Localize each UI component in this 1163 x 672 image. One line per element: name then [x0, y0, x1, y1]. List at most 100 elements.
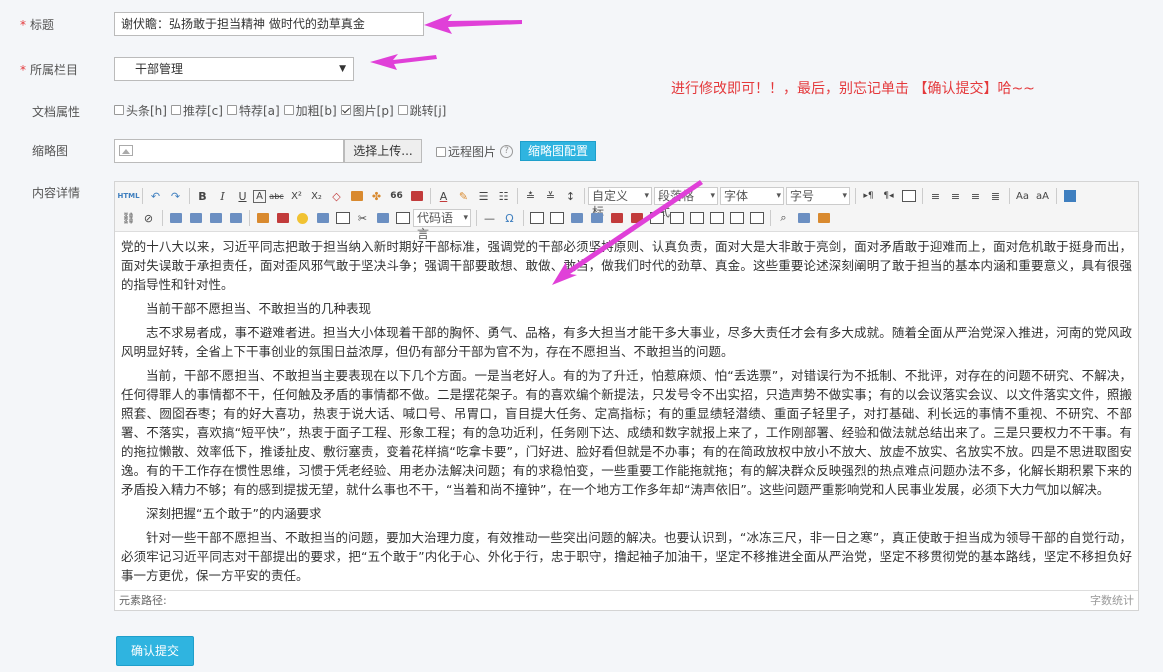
delete-table-icon[interactable] — [547, 209, 566, 227]
attr-checkbox-jump[interactable]: 跳转[j] — [397, 102, 446, 119]
attr-checkbox-bold[interactable]: 加粗[b] — [283, 102, 337, 119]
emotion-icon[interactable] — [293, 209, 312, 227]
wordimage-icon[interactable] — [373, 209, 392, 227]
ordered-list-icon[interactable]: ☰ — [474, 187, 493, 205]
map-icon[interactable] — [313, 209, 332, 227]
merge-down-icon[interactable] — [687, 209, 706, 227]
image-right-icon[interactable] — [206, 209, 225, 227]
search-replace-icon[interactable]: ⌕ — [774, 209, 793, 227]
paragraph: 针对一些干部不愿担当、不敢担当的问题，要加大治理力度，有效推动一些突出问题的解决… — [121, 530, 1132, 583]
preview-icon[interactable] — [814, 209, 833, 227]
column-select-value: 干部管理 — [135, 62, 184, 76]
instruction-note: 进行修改即可！！，最后，别忘记单击 【确认提交】哈~~ — [671, 81, 1035, 97]
underline-button[interactable]: U — [233, 187, 252, 205]
code-language-dropdown[interactable]: 代码语言 — [413, 209, 471, 241]
insert-table-icon[interactable] — [527, 209, 546, 227]
image-center-icon[interactable] — [226, 209, 245, 227]
arrow-to-title — [424, 14, 522, 34]
help-icon[interactable]: ? — [500, 145, 513, 158]
merge-right-icon[interactable] — [667, 209, 686, 227]
justify-left-icon[interactable]: ≡ — [926, 187, 945, 205]
remote-image-checkbox[interactable]: 远程图片 — [436, 143, 496, 160]
justify-center-icon[interactable]: ≡ — [946, 187, 965, 205]
insert-code-icon[interactable] — [393, 209, 412, 227]
pasteplain-icon[interactable] — [407, 187, 426, 205]
backcolor-icon[interactable]: ✎ — [454, 187, 473, 205]
font-size-dropdown[interactable]: 字号 — [786, 187, 850, 205]
image-left-icon[interactable] — [186, 209, 205, 227]
eraser-icon[interactable]: ◇ — [327, 187, 346, 205]
bold-button[interactable]: B — [193, 187, 212, 205]
attribute-checkbox-group: 头条[h] 推荐[c] 特荐[a] 加粗[b] 图片[p] 跳转[j] — [114, 101, 450, 119]
custom-title-dropdown[interactable]: 自定义标 — [588, 187, 652, 219]
checkbox[interactable] — [226, 105, 237, 115]
undo-icon[interactable]: ↶ — [146, 187, 165, 205]
paragraph: 党的十八大以来，习近平同志把敢于担当纳入新时期好干部标准，强调党的干部必须坚持原… — [121, 239, 1132, 292]
toolbar-row-1: HTML ↶ ↷ B I U A abc X² X₂ ◇ ✤ 66 A ✎ ☰ … — [117, 185, 1080, 219]
column-select[interactable]: 干部管理 ▼ — [114, 57, 354, 81]
link-icon[interactable]: ⛓ — [119, 209, 138, 227]
redo-icon[interactable]: ↷ — [166, 187, 185, 205]
checkbox[interactable] — [397, 105, 408, 115]
unlink-icon[interactable]: ⊘ — [139, 209, 158, 227]
upload-button[interactable]: 选择上传... — [344, 139, 422, 163]
attr-checkbox-special[interactable]: 特荐[a] — [226, 102, 280, 119]
attr-checkbox-recommend[interactable]: 推荐[c] — [170, 102, 223, 119]
checkbox[interactable] — [170, 105, 181, 115]
insert-image-icon[interactable] — [253, 209, 272, 227]
paragraph: 当前，干部不愿担当、不敢担当主要表现在以下几个方面。一是当老好人。有的为了升迁，… — [121, 368, 1132, 497]
merge-cells-icon[interactable] — [647, 209, 666, 227]
insert-frame-icon[interactable] — [333, 209, 352, 227]
checkbox[interactable] — [114, 105, 124, 115]
editor-toolbar: HTML ↶ ↷ B I U A abc X² X₂ ◇ ✤ 66 A ✎ ☰ … — [115, 182, 1138, 241]
lineheight-icon[interactable]: ↕ — [561, 187, 580, 205]
insert-row-icon[interactable] — [567, 209, 586, 227]
subscript-button[interactable]: X₂ — [307, 187, 326, 205]
fontborder-button[interactable]: A — [253, 189, 266, 203]
rtl-icon[interactable]: ¶◂ — [879, 187, 898, 205]
checkbox[interactable] — [283, 105, 294, 115]
justify-full-icon[interactable]: ≣ — [986, 187, 1005, 205]
print-icon[interactable] — [794, 209, 813, 227]
font-color-button[interactable]: A — [434, 187, 453, 205]
font-family-dropdown[interactable]: 字体 — [720, 187, 784, 205]
split-cols-icon[interactable] — [747, 209, 766, 227]
attr-checkbox-picture[interactable]: 图片[p] — [340, 102, 394, 119]
italic-button[interactable]: I — [213, 187, 232, 205]
justify-right-icon[interactable]: ≡ — [966, 187, 985, 205]
tolowercase-icon[interactable]: aA — [1033, 187, 1052, 205]
superscript-button[interactable]: X² — [287, 187, 306, 205]
delete-row-icon[interactable] — [587, 209, 606, 227]
special-char-button[interactable]: Ω — [500, 209, 519, 227]
attachment-icon[interactable]: ✂ — [353, 209, 372, 227]
insert-video-icon[interactable] — [273, 209, 292, 227]
image-none-icon[interactable] — [166, 209, 185, 227]
rowspacing-top-icon[interactable]: ≛ — [521, 187, 540, 205]
submit-button[interactable]: 确认提交 — [116, 636, 194, 666]
fullscreen-icon[interactable] — [1060, 187, 1079, 205]
checkbox[interactable] — [436, 146, 446, 157]
attr-checkbox-headline[interactable]: 头条[h] — [114, 102, 167, 119]
autotypeset-icon[interactable]: ✤ — [367, 187, 386, 205]
ltr-icon[interactable]: ▸¶ — [859, 187, 878, 205]
strikethrough-button[interactable]: abc — [267, 187, 286, 205]
touppercase-icon[interactable]: Aa — [1013, 187, 1032, 205]
attr-label: 文档属性 — [32, 105, 81, 119]
html-source-button[interactable]: HTML — [117, 187, 139, 205]
split-cells-icon[interactable] — [707, 209, 726, 227]
editor-content[interactable]: 党的十八大以来，习近平同志把敢于担当纳入新时期好干部标准，强调党的干部必须坚持原… — [115, 233, 1138, 591]
checkbox-checked[interactable] — [340, 105, 351, 115]
split-rows-icon[interactable] — [727, 209, 746, 227]
format-match-icon[interactable] — [347, 187, 366, 205]
delete-col-icon[interactable] — [627, 209, 646, 227]
horizontal-rule-button[interactable]: — — [480, 209, 499, 227]
indent-icon[interactable] — [899, 187, 918, 205]
rowspacing-bottom-icon[interactable]: ≚ — [541, 187, 560, 205]
thumbnail-config-button[interactable]: 缩略图配置 — [520, 141, 596, 161]
thumbnail-path-input[interactable] — [114, 139, 344, 163]
insert-col-icon[interactable] — [607, 209, 626, 227]
paragraph-format-dropdown[interactable]: 段落格式 — [654, 187, 718, 219]
blockquote-button[interactable]: 66 — [387, 187, 406, 205]
unordered-list-icon[interactable]: ☷ — [494, 187, 513, 205]
title-input[interactable]: 谢伏瞻：弘扬敢于担当精神 做时代的劲草真金 — [114, 12, 424, 36]
